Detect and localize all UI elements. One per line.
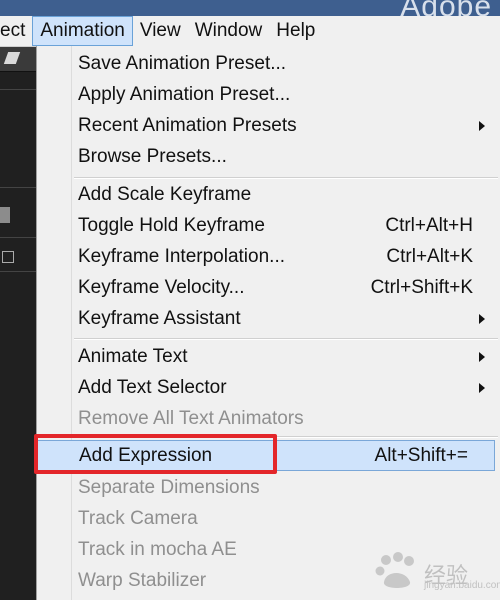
menu-item-add-text-selector[interactable]: Add Text Selector bbox=[37, 372, 499, 403]
menu-item-shortcut: Ctrl+Alt+H bbox=[385, 214, 473, 236]
paw-logo-icon bbox=[375, 552, 414, 588]
eraser-tool-icon[interactable] bbox=[3, 52, 21, 64]
menu-item-save-animation-preset[interactable]: Save Animation Preset... bbox=[37, 48, 499, 79]
menu-item-browse-presets[interactable]: Browse Presets... bbox=[37, 141, 499, 172]
menu-item-label: Add Text Selector bbox=[78, 376, 227, 398]
menu-item-label: Warp Stabilizer bbox=[78, 569, 207, 591]
menu-item-label: Add Scale Keyframe bbox=[78, 183, 252, 205]
baidu-watermark: 经验 jingyan.baidu.com bbox=[372, 550, 500, 592]
menu-item-animate-text[interactable]: Animate Text bbox=[37, 341, 499, 372]
menu-window[interactable]: Window bbox=[188, 16, 270, 46]
menu-item-apply-animation-preset[interactable]: Apply Animation Preset... bbox=[37, 79, 499, 110]
menu-item-label: Browse Presets... bbox=[78, 145, 227, 167]
menu-item-label: Keyframe Velocity... bbox=[78, 276, 245, 298]
menu-effect[interactable]: ect bbox=[0, 16, 32, 46]
panel-divider bbox=[0, 237, 36, 238]
window-title-bar: Adobe bbox=[0, 0, 500, 23]
menu-item-label: Recent Animation Presets bbox=[78, 114, 297, 136]
panel-divider bbox=[0, 187, 36, 188]
menu-item-label: Track in mocha AE bbox=[78, 538, 237, 560]
menu-item-keyframe-assistant[interactable]: Keyframe Assistant bbox=[37, 303, 499, 334]
menu-item-recent-animation-presets[interactable]: Recent Animation Presets bbox=[37, 110, 499, 141]
toolbar-strip bbox=[0, 47, 36, 72]
panel-control[interactable] bbox=[0, 207, 10, 223]
menu-separator bbox=[74, 338, 498, 340]
menu-item-label: Keyframe Interpolation... bbox=[78, 245, 285, 267]
menu-item-label: Separate Dimensions bbox=[78, 476, 260, 498]
menu-item-label: Apply Animation Preset... bbox=[78, 83, 291, 105]
submenu-arrow-icon bbox=[479, 121, 485, 131]
panel-divider bbox=[0, 271, 36, 272]
menu-item-label: Track Camera bbox=[78, 507, 198, 529]
menu-item-add-scale-keyframe[interactable]: Add Scale Keyframe bbox=[37, 179, 499, 210]
annotation-highlight-box bbox=[34, 434, 277, 474]
menu-separator bbox=[74, 177, 498, 179]
submenu-arrow-icon bbox=[479, 314, 485, 324]
menu-item-shortcut: Ctrl+Shift+K bbox=[370, 276, 473, 298]
submenu-arrow-icon bbox=[479, 383, 485, 393]
menu-item-label: Save Animation Preset... bbox=[78, 52, 287, 74]
menu-item-shortcut: Ctrl+Alt+K bbox=[386, 245, 473, 267]
app-left-panel bbox=[0, 47, 36, 600]
menu-help[interactable]: Help bbox=[269, 16, 322, 46]
menu-item-label: Remove All Text Animators bbox=[78, 407, 304, 429]
watermark-subtext: jingyan.baidu.com bbox=[424, 580, 500, 591]
menubar: ect Animation View Window Help bbox=[0, 16, 500, 47]
menu-item-separate-dimensions[interactable]: Separate Dimensions bbox=[37, 472, 499, 503]
submenu-arrow-icon bbox=[479, 352, 485, 362]
menu-view[interactable]: View bbox=[133, 16, 188, 46]
menu-item-toggle-hold-keyframe[interactable]: Toggle Hold Keyframe Ctrl+Alt+H bbox=[37, 210, 499, 241]
panel-divider bbox=[0, 89, 36, 90]
menu-animation[interactable]: Animation bbox=[32, 16, 133, 46]
menu-item-keyframe-interpolation[interactable]: Keyframe Interpolation... Ctrl+Alt+K bbox=[37, 241, 499, 272]
menu-item-shortcut: Alt+Shift+= bbox=[374, 444, 468, 466]
menu-item-label: Keyframe Assistant bbox=[78, 307, 241, 329]
animation-dropdown-menu: Save Animation Preset... Apply Animation… bbox=[36, 46, 500, 600]
network-icon[interactable] bbox=[2, 251, 14, 263]
menu-item-keyframe-velocity[interactable]: Keyframe Velocity... Ctrl+Shift+K bbox=[37, 272, 499, 303]
menu-item-track-camera[interactable]: Track Camera bbox=[37, 503, 499, 534]
menu-item-label: Animate Text bbox=[78, 345, 188, 367]
menu-item-label: Toggle Hold Keyframe bbox=[78, 214, 265, 236]
menu-item-remove-all-text-animators[interactable]: Remove All Text Animators bbox=[37, 403, 499, 434]
